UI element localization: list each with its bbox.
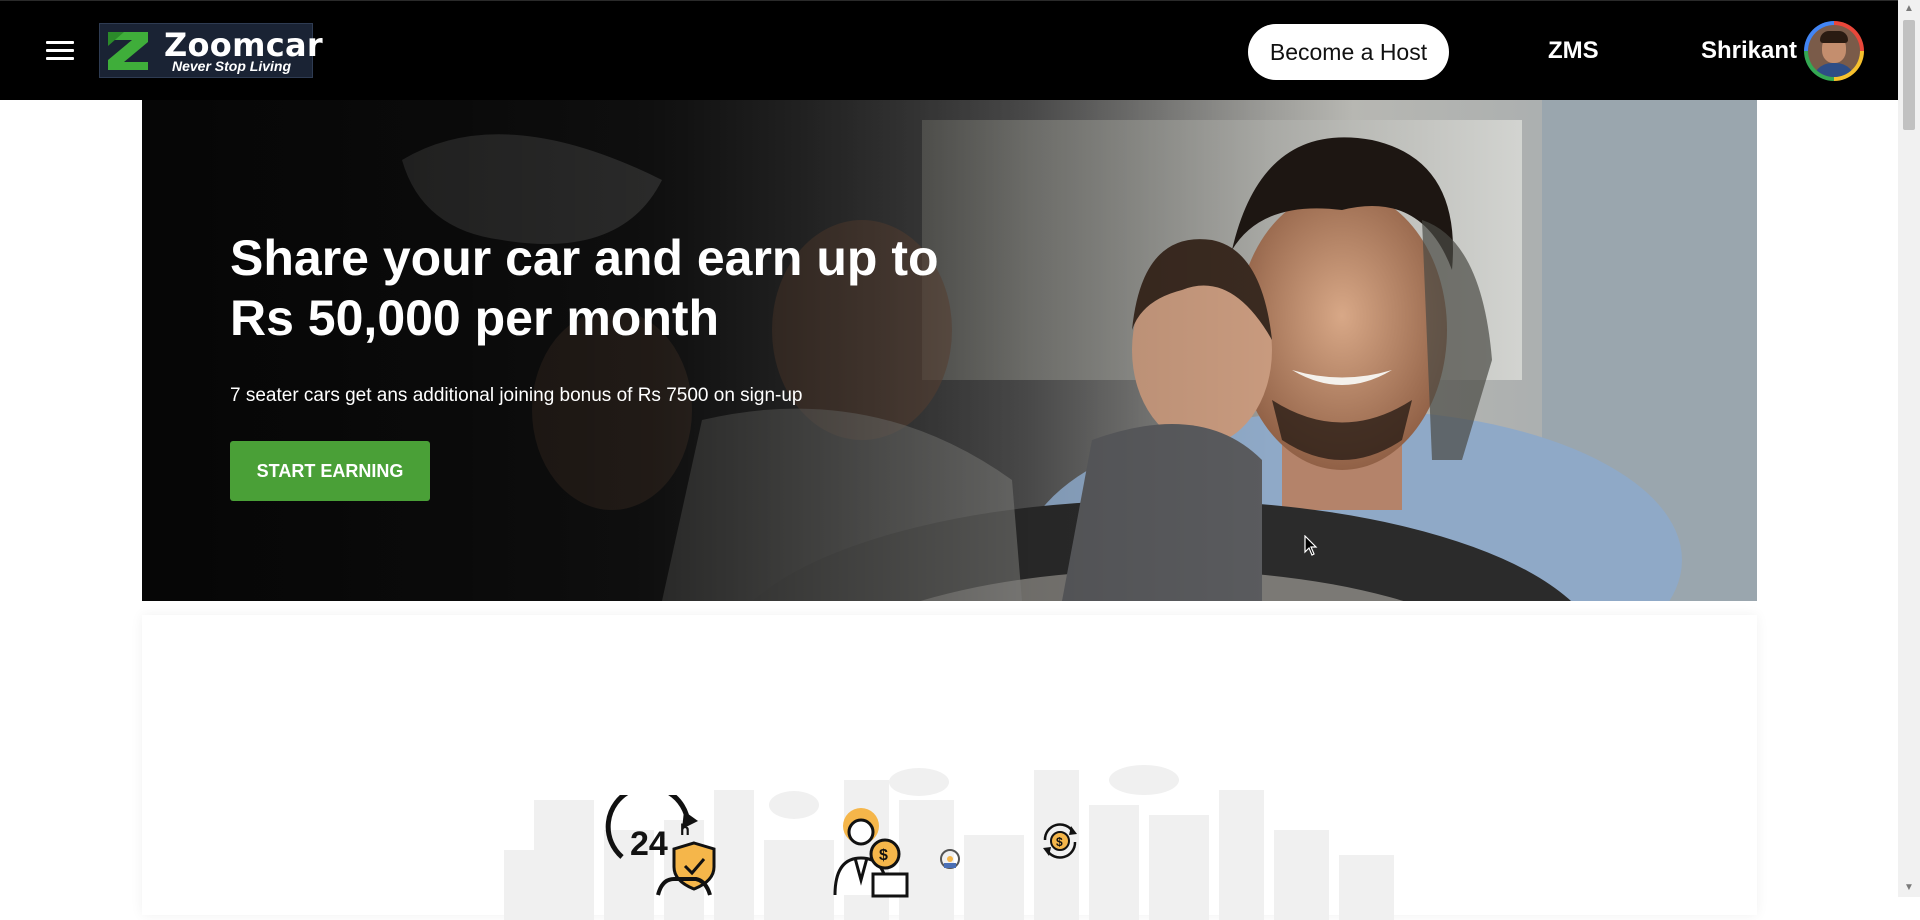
zoomcar-z-icon <box>108 32 148 70</box>
page-scrollbar[interactable]: ▲ ▼ <box>1898 0 1920 897</box>
hero-banner: Share your car and earn up to Rs 50,000 … <box>142 100 1757 601</box>
car-hub-icon <box>940 849 960 869</box>
svg-text:$: $ <box>1056 835 1063 849</box>
hero-title: Share your car and earn up to Rs 50,000 … <box>230 230 939 346</box>
avatar[interactable] <box>1804 21 1864 81</box>
svg-text:24: 24 <box>630 825 668 863</box>
scroll-down-arrow-icon[interactable]: ▼ <box>1898 879 1920 897</box>
24h-protection-icon: 24 h <box>605 795 716 896</box>
svg-text:h: h <box>680 822 690 839</box>
hero-subtitle: 7 seater cars get ans additional joining… <box>230 385 803 406</box>
brand-tagline: Never Stop Living <box>172 58 292 74</box>
svg-text:$: $ <box>879 847 888 864</box>
become-host-button[interactable]: Become a Host <box>1248 24 1449 80</box>
zoomcar-logo[interactable]: Zoomcar Never Stop Living <box>99 23 323 78</box>
hero-overlay <box>142 100 1757 601</box>
top-nav: Zoomcar Never Stop Living Become a Host … <box>0 0 1898 100</box>
menu-icon[interactable] <box>46 39 74 61</box>
scroll-thumb[interactable] <box>1903 20 1915 130</box>
mouse-cursor-icon <box>1304 535 1318 556</box>
start-earning-button[interactable]: START EARNING <box>230 441 430 501</box>
user-name[interactable]: Shrikant <box>1701 37 1797 65</box>
host-earnings-icon: $ <box>833 808 909 898</box>
features-card: 24 h $ $ <box>142 615 1757 920</box>
zms-link[interactable]: ZMS <box>1548 37 1599 65</box>
scroll-up-arrow-icon[interactable]: ▲ <box>1898 0 1920 18</box>
money-cycle-icon: $ <box>1043 823 1077 859</box>
